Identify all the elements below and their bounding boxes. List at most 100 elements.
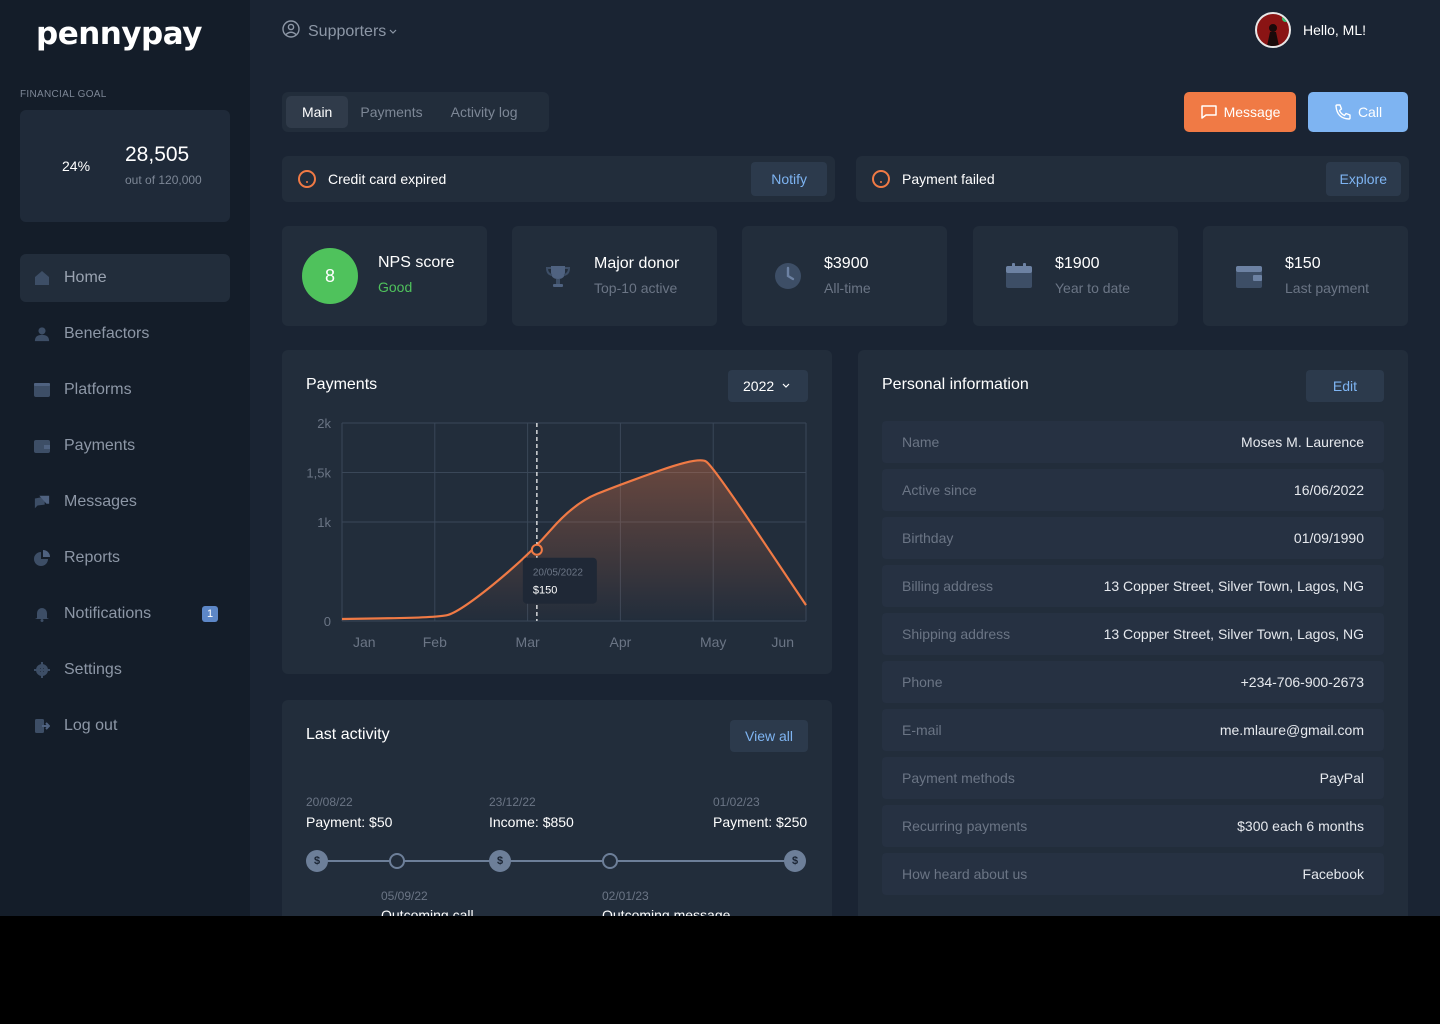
calendar-icon <box>1003 260 1035 292</box>
tab-payments[interactable]: Payments <box>344 96 438 128</box>
tab-main[interactable]: Main <box>286 96 349 128</box>
sidebar-item-payments[interactable]: Payments <box>20 422 230 470</box>
nps-score-title: NPS score <box>378 254 455 271</box>
info-value: 16/06/2022 <box>1293 482 1364 498</box>
goal-value: 28,505 <box>125 143 190 166</box>
message-button[interactable]: Message <box>1184 92 1296 132</box>
sidebar-item-reports[interactable]: Reports <box>20 534 230 582</box>
activity-text: Outcoming message <box>602 907 731 916</box>
sidebar-item-label: Benefactors <box>64 325 150 342</box>
payments-panel: Payments 2022 0 1k 1,5k 2k Jan Feb Mar Apr May Ju… <box>282 350 832 674</box>
info-row: Recurring payments $300 each 6 months <box>882 805 1384 847</box>
bell-icon <box>34 606 50 622</box>
sidebar-item-settings[interactable]: Settings <box>20 646 230 694</box>
phone-icon <box>1334 103 1352 121</box>
sidebar-item-messages[interactable]: Messages <box>20 478 230 526</box>
info-label: Phone <box>902 674 943 690</box>
sidebar: pennypay FINANCIAL GOAL 24% 28,505 out o… <box>0 0 250 916</box>
tab-bar: Main Payments Activity log <box>282 92 549 132</box>
stat-title: $1900 <box>1055 255 1100 272</box>
info-value: $300 each 6 months <box>1237 818 1364 834</box>
gear-icon <box>34 662 50 678</box>
activity-text: Payment: $50 <box>306 814 393 830</box>
pie-chart-icon <box>34 550 50 566</box>
alert-text: Credit card expired <box>328 171 447 187</box>
call-button[interactable]: Call <box>1308 92 1408 132</box>
info-label: Recurring payments <box>902 818 1028 834</box>
info-value: 01/09/1990 <box>1293 530 1364 546</box>
user-menu[interactable]: Hello, ML! <box>1255 12 1366 48</box>
wallet-icon <box>1233 260 1265 292</box>
info-label: E-mail <box>902 722 942 738</box>
notification-count-badge: 1 <box>202 606 218 622</box>
last-activity-title: Last activity <box>306 726 390 743</box>
personal-information-panel: Personal information Edit Name Moses M. L… <box>858 350 1408 916</box>
y-tick-label: 1k <box>317 515 331 530</box>
payments-chart[interactable]: 0 1k 1,5k 2k Jan Feb Mar Apr May Jun 20/05/2022 $15… <box>282 350 832 674</box>
personal-information-title: Personal information <box>882 376 1029 393</box>
warning-circle-icon <box>298 170 316 188</box>
info-value: 13 Copper Street, Silver Town, Lagos, NG <box>1103 626 1364 642</box>
activity-date: 05/09/22 <box>381 889 428 903</box>
y-tick-label: 0 <box>324 614 331 629</box>
supporters-dropdown[interactable]: Supporters <box>282 20 397 43</box>
info-value: PayPal <box>1319 770 1364 786</box>
timeline-event-dot[interactable] <box>602 853 618 869</box>
nps-score-card: 8 NPS score Good <box>282 226 487 326</box>
sidebar-item-label: Settings <box>64 661 122 678</box>
tab-activity-log[interactable]: Activity log <box>435 96 534 128</box>
info-label: Active since <box>902 482 977 498</box>
last-activity-panel: Last activity View all 20/08/22 Payment:… <box>282 700 832 916</box>
info-value: 13 Copper Street, Silver Town, Lagos, NG <box>1103 578 1364 594</box>
message-button-label: Message <box>1223 104 1281 120</box>
info-label: How heard about us <box>902 866 1028 882</box>
sidebar-item-benefactors[interactable]: Benefactors <box>20 310 230 358</box>
info-row: How heard about us Facebook <box>882 853 1384 895</box>
home-icon <box>34 270 50 286</box>
sidebar-nav: Home Benefactors Platforms Payments Mess… <box>20 254 230 758</box>
sidebar-item-logout[interactable]: Log out <box>20 702 230 750</box>
timeline-payment-dot[interactable]: $ <box>489 850 511 872</box>
notify-button[interactable]: Notify <box>751 162 827 196</box>
info-label: Payment methods <box>902 770 1015 786</box>
x-tick-label: Jun <box>771 634 794 650</box>
sidebar-item-platforms[interactable]: Platforms <box>20 366 230 414</box>
info-value: me.mlaure@gmail.com <box>1219 722 1364 738</box>
x-tick-label: Apr <box>610 634 632 650</box>
stat-title: $3900 <box>824 255 869 272</box>
sidebar-item-notifications[interactable]: Notifications 1 <box>20 590 230 638</box>
stat-subtitle: Top-10 active <box>594 280 678 296</box>
info-value: Facebook <box>1302 866 1364 882</box>
logo[interactable]: pennypay <box>36 16 202 52</box>
nps-score-value: 8 <box>302 248 358 304</box>
sidebar-item-label: Home <box>64 269 107 286</box>
explore-button[interactable]: Explore <box>1325 162 1401 196</box>
stat-subtitle: Last payment <box>1285 280 1370 296</box>
edit-button[interactable]: Edit <box>1305 370 1384 402</box>
goal-target: out of 120,000 <box>125 173 202 187</box>
chart-tooltip <box>522 557 597 604</box>
alert-text: Payment failed <box>902 171 995 187</box>
timeline-payment-dot[interactable]: $ <box>306 850 328 872</box>
y-tick-label: 1,5k <box>306 466 331 481</box>
financial-goal-label: FINANCIAL GOAL <box>20 89 107 100</box>
info-label: Name <box>902 434 940 450</box>
messages-icon <box>34 494 50 510</box>
trophy-icon <box>542 260 574 292</box>
timeline-event-dot[interactable] <box>389 853 405 869</box>
activity-date: 20/08/22 <box>306 795 353 809</box>
year-to-date-card: $1900 Year to date <box>973 226 1178 326</box>
x-tick-label: Feb <box>423 634 447 650</box>
main-content: Supporters Hello, ML! Main Payments Acti… <box>250 0 1440 916</box>
info-row: Birthday 01/09/1990 <box>882 517 1384 559</box>
sidebar-item-home[interactable]: Home <box>20 254 230 302</box>
timeline-payment-dot[interactable]: $ <box>784 850 806 872</box>
info-row: Billing address 13 Copper Street, Silver … <box>882 565 1384 607</box>
stat-subtitle: Year to date <box>1055 280 1130 296</box>
all-time-card: $3900 All-time <box>742 226 947 326</box>
supporters-label: Supporters <box>308 22 387 40</box>
avatar[interactable] <box>1255 12 1291 48</box>
wallet-icon <box>34 438 50 454</box>
sidebar-item-label: Platforms <box>64 381 132 398</box>
view-all-button[interactable]: View all <box>730 720 808 752</box>
